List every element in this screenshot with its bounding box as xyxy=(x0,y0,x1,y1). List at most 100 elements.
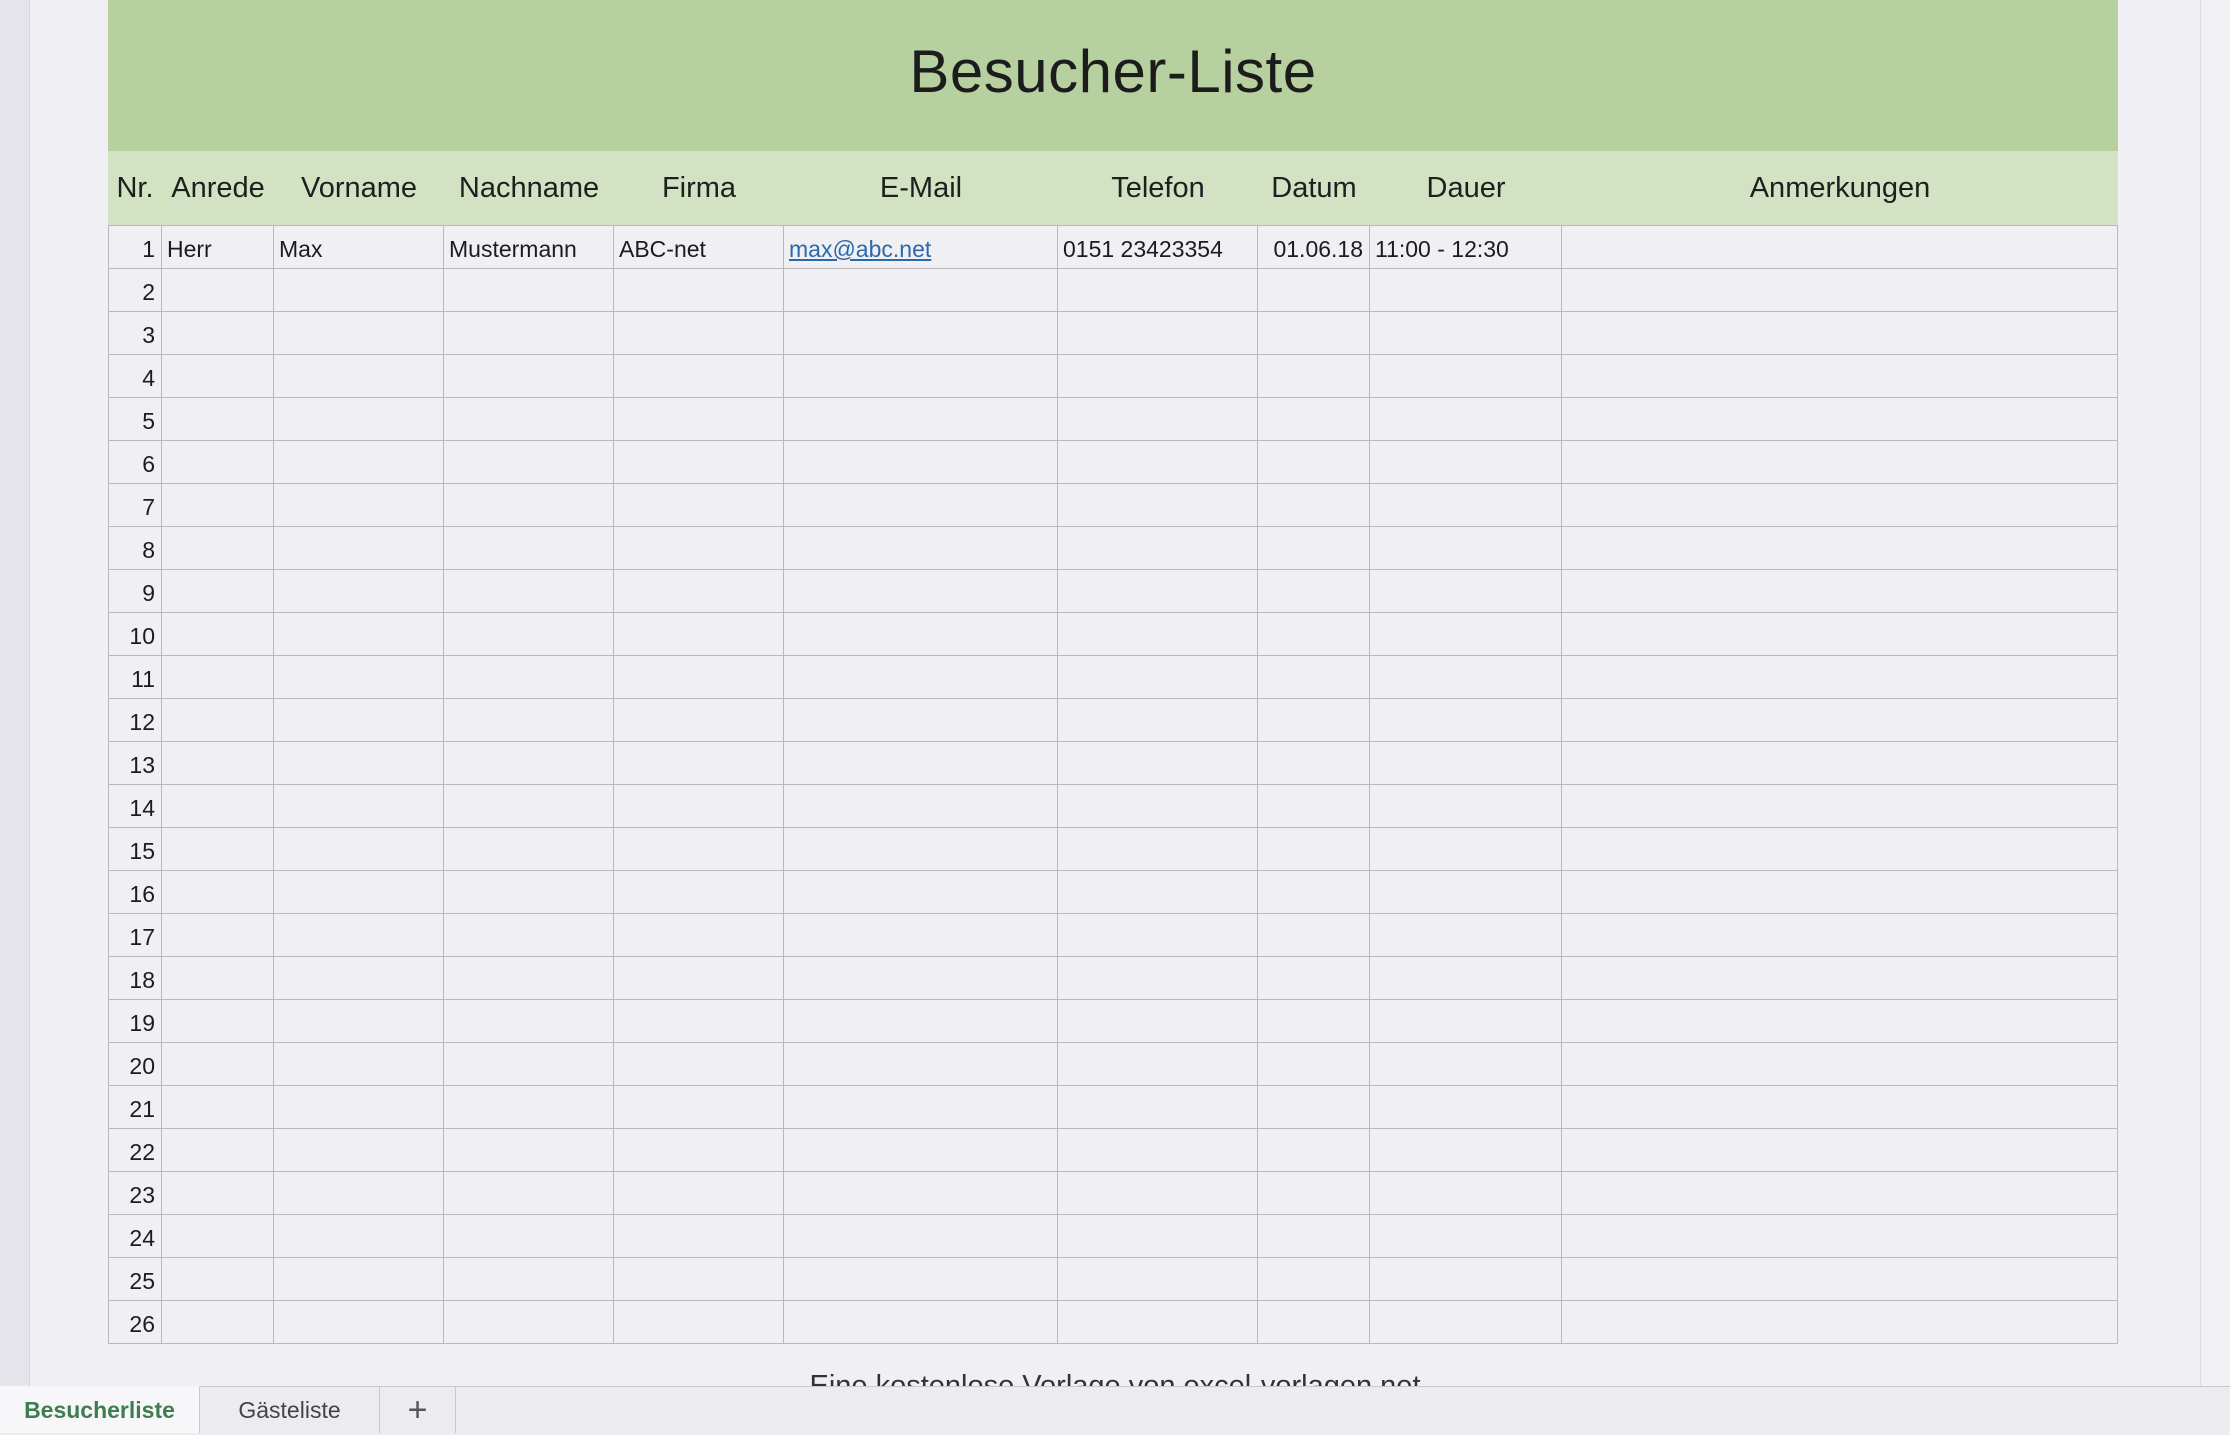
header-telefon[interactable]: Telefon xyxy=(1058,151,1258,225)
cell-nachname[interactable] xyxy=(444,441,614,483)
cell-dauer[interactable] xyxy=(1370,742,1562,784)
cell-anmerkungen[interactable] xyxy=(1562,312,2118,354)
cell-nr[interactable]: 9 xyxy=(108,570,162,612)
cell-anmerkungen[interactable] xyxy=(1562,398,2118,440)
cell-email[interactable] xyxy=(784,441,1058,483)
cell-vorname[interactable] xyxy=(274,742,444,784)
cell-firma[interactable] xyxy=(614,527,784,569)
cell-vorname[interactable] xyxy=(274,312,444,354)
cell-datum[interactable] xyxy=(1258,355,1370,397)
cell-email[interactable] xyxy=(784,398,1058,440)
cell-datum[interactable] xyxy=(1258,484,1370,526)
cell-vorname[interactable] xyxy=(274,398,444,440)
cell-nachname[interactable] xyxy=(444,1043,614,1085)
cell-dauer[interactable] xyxy=(1370,527,1562,569)
cell-vorname[interactable] xyxy=(274,828,444,870)
cell-dauer[interactable] xyxy=(1370,828,1562,870)
cell-nr[interactable]: 13 xyxy=(108,742,162,784)
cell-telefon[interactable] xyxy=(1058,484,1258,526)
cell-vorname[interactable] xyxy=(274,527,444,569)
cell-email[interactable] xyxy=(784,269,1058,311)
cell-anmerkungen[interactable] xyxy=(1562,828,2118,870)
cell-anmerkungen[interactable] xyxy=(1562,484,2118,526)
cell-nachname[interactable] xyxy=(444,1000,614,1042)
cell-anmerkungen[interactable] xyxy=(1562,1301,2118,1343)
cell-nachname[interactable] xyxy=(444,527,614,569)
tab-besucherliste[interactable]: Besucherliste xyxy=(0,1386,200,1433)
cell-nr[interactable]: 7 xyxy=(108,484,162,526)
cell-dauer[interactable] xyxy=(1370,871,1562,913)
cell-dauer[interactable] xyxy=(1370,1215,1562,1257)
cell-anrede[interactable] xyxy=(162,785,274,827)
header-anrede[interactable]: Anrede xyxy=(162,151,274,225)
cell-anrede[interactable] xyxy=(162,1129,274,1171)
cell-anmerkungen[interactable] xyxy=(1562,1086,2118,1128)
cell-datum[interactable] xyxy=(1258,699,1370,741)
cell-telefon[interactable] xyxy=(1058,699,1258,741)
cell-nachname[interactable] xyxy=(444,828,614,870)
cell-telefon[interactable] xyxy=(1058,1086,1258,1128)
add-sheet-button[interactable]: + xyxy=(380,1387,456,1433)
cell-nachname[interactable] xyxy=(444,1215,614,1257)
cell-nr[interactable]: 14 xyxy=(108,785,162,827)
cell-anrede[interactable]: Herr xyxy=(162,226,274,268)
cell-vorname[interactable] xyxy=(274,484,444,526)
cell-telefon[interactable] xyxy=(1058,613,1258,655)
cell-datum[interactable] xyxy=(1258,1258,1370,1300)
cell-vorname[interactable] xyxy=(274,355,444,397)
cell-email[interactable]: max@abc.net xyxy=(784,226,1058,268)
cell-email[interactable] xyxy=(784,355,1058,397)
cell-email[interactable] xyxy=(784,742,1058,784)
cell-anrede[interactable] xyxy=(162,570,274,612)
cell-email[interactable] xyxy=(784,914,1058,956)
cell-firma[interactable] xyxy=(614,828,784,870)
cell-anrede[interactable] xyxy=(162,656,274,698)
cell-anmerkungen[interactable] xyxy=(1562,1000,2118,1042)
cell-firma[interactable] xyxy=(614,355,784,397)
cell-dauer[interactable] xyxy=(1370,957,1562,999)
cell-nachname[interactable] xyxy=(444,312,614,354)
cell-nachname[interactable] xyxy=(444,1086,614,1128)
cell-datum[interactable] xyxy=(1258,570,1370,612)
cell-anrede[interactable] xyxy=(162,355,274,397)
header-email[interactable]: E-Mail xyxy=(784,151,1058,225)
cell-nachname[interactable] xyxy=(444,1129,614,1171)
cell-anrede[interactable] xyxy=(162,957,274,999)
cell-telefon[interactable] xyxy=(1058,785,1258,827)
cell-telefon[interactable] xyxy=(1058,1129,1258,1171)
cell-vorname[interactable] xyxy=(274,1043,444,1085)
cell-firma[interactable] xyxy=(614,785,784,827)
cell-datum[interactable] xyxy=(1258,785,1370,827)
cell-nachname[interactable] xyxy=(444,613,614,655)
cell-telefon[interactable] xyxy=(1058,828,1258,870)
cell-telefon[interactable] xyxy=(1058,871,1258,913)
cell-telefon[interactable] xyxy=(1058,1043,1258,1085)
cell-nr[interactable]: 10 xyxy=(108,613,162,655)
email-link[interactable]: max@abc.net xyxy=(789,236,931,262)
cell-email[interactable] xyxy=(784,1301,1058,1343)
cell-firma[interactable] xyxy=(614,1172,784,1214)
cell-firma[interactable] xyxy=(614,1043,784,1085)
cell-anrede[interactable] xyxy=(162,484,274,526)
cell-vorname[interactable] xyxy=(274,1000,444,1042)
cell-anrede[interactable] xyxy=(162,1086,274,1128)
cell-anmerkungen[interactable] xyxy=(1562,871,2118,913)
cell-nr[interactable]: 2 xyxy=(108,269,162,311)
cell-nr[interactable]: 20 xyxy=(108,1043,162,1085)
cell-firma[interactable]: ABC-net xyxy=(614,226,784,268)
cell-nr[interactable]: 19 xyxy=(108,1000,162,1042)
cell-nachname[interactable] xyxy=(444,355,614,397)
cell-datum[interactable] xyxy=(1258,871,1370,913)
cell-anrede[interactable] xyxy=(162,1301,274,1343)
cell-datum[interactable] xyxy=(1258,1043,1370,1085)
cell-dauer[interactable] xyxy=(1370,1301,1562,1343)
cell-datum[interactable] xyxy=(1258,742,1370,784)
cell-vorname[interactable] xyxy=(274,914,444,956)
cell-telefon[interactable] xyxy=(1058,312,1258,354)
cell-nr[interactable]: 23 xyxy=(108,1172,162,1214)
cell-dauer[interactable]: 11:00 - 12:30 xyxy=(1370,226,1562,268)
cell-datum[interactable] xyxy=(1258,1172,1370,1214)
cell-firma[interactable] xyxy=(614,871,784,913)
cell-dauer[interactable] xyxy=(1370,613,1562,655)
cell-nr[interactable]: 8 xyxy=(108,527,162,569)
